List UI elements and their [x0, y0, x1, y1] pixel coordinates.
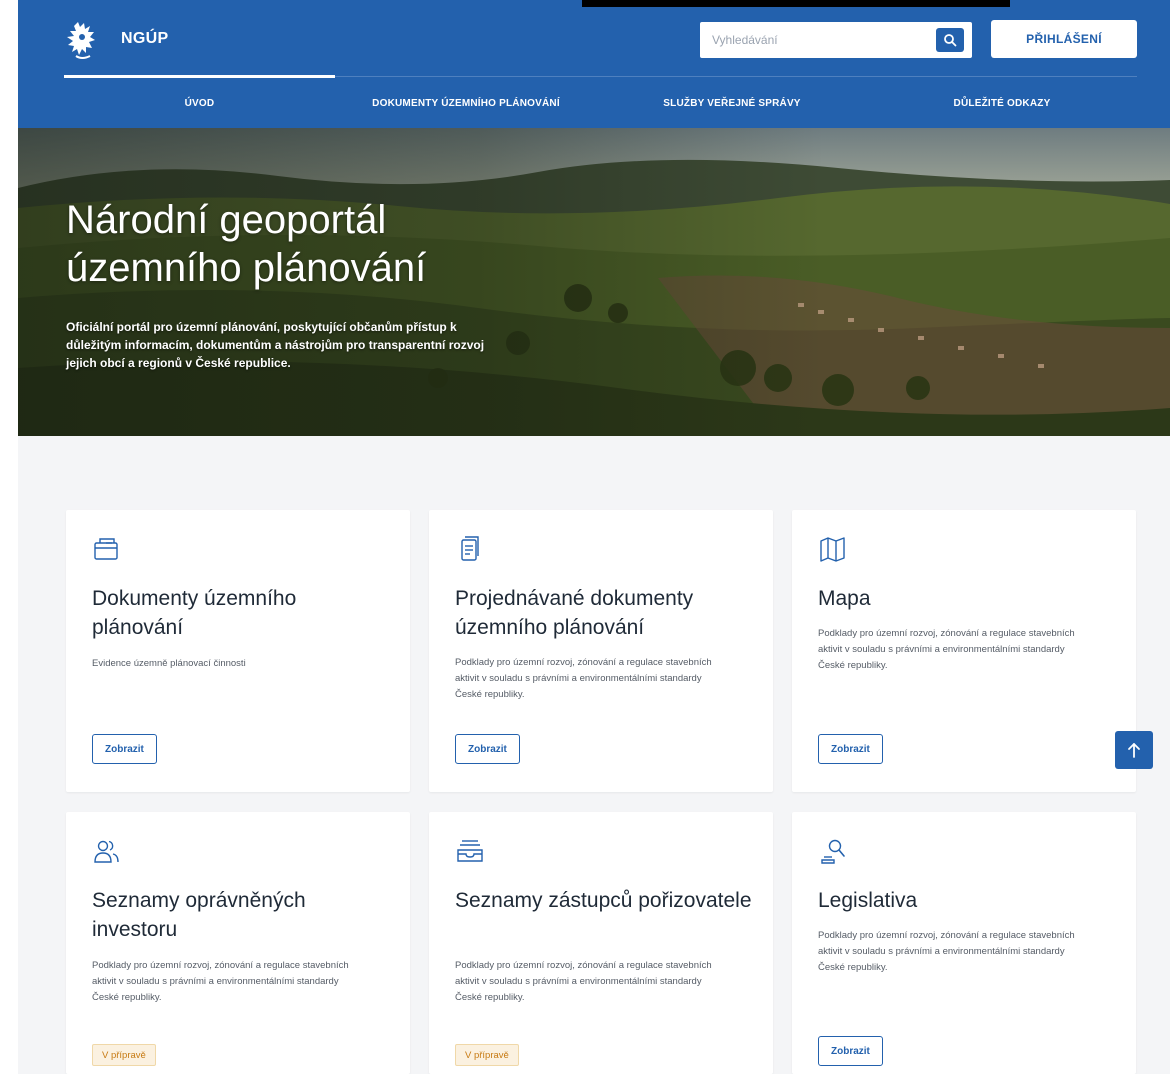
hero-title-line-1: Národní geoportál [66, 198, 387, 242]
status-badge: V přípravě [92, 1044, 156, 1066]
arrow-up-icon [1128, 743, 1140, 758]
card-title: Dokumenty územního plánování [92, 587, 297, 639]
card-title: Projednávané dokumenty územního plánován… [455, 587, 694, 639]
zobrazit-button[interactable]: Zobrazit [818, 1036, 883, 1066]
map-icon [820, 537, 845, 562]
czech-lion-logo[interactable] [64, 20, 102, 62]
hero-banner: Národní geoportál územního plánování Ofi… [18, 128, 1170, 436]
card-description: Podklady pro územní rozvoj, zónování a r… [818, 930, 1075, 973]
card-description: Podklady pro územní rozvoj, zónování a r… [455, 657, 712, 700]
search-icon [944, 34, 957, 47]
card-title: Seznamy oprávněných investoru [92, 889, 306, 941]
gavel-icon [821, 839, 845, 864]
nav-item-dokumenty[interactable]: DOKUMENTY ÚZEMNÍHO PLÁNOVÁNÍ [335, 78, 597, 128]
card-description: Podklady pro územní rozvoj, zónování a r… [818, 628, 1075, 671]
card-legislativa: Legislativa Podklady pro územní rozvoj, … [792, 812, 1136, 1074]
nav-item-sluzby[interactable]: SLUŽBY VEŘEJNÉ SPRÁVY [597, 78, 867, 128]
search-input[interactable] [700, 22, 954, 58]
card-mapa: Mapa Podklady pro územní rozvoj, zónován… [792, 510, 1136, 792]
card-description: Evidence územně plánovací činnosti [92, 658, 246, 669]
hero-title-line-2: územního plánování [66, 246, 427, 290]
card-projednavane: Projednávané dokumenty územního plánován… [429, 510, 773, 792]
login-button[interactable]: PŘIHLÁŠENÍ [991, 20, 1137, 58]
main-nav: ÚVOD DOKUMENTY ÚZEMNÍHO PLÁNOVÁNÍ SLUŽBY… [64, 78, 1137, 128]
nav-item-uvod[interactable]: ÚVOD [64, 78, 335, 128]
card-description: Podklady pro územní rozvoj, zónování a r… [455, 960, 712, 1003]
card-title: Seznamy zástupců pořizovatele [455, 889, 752, 912]
card-description: Podklady pro územní rozvoj, zónování a r… [92, 960, 349, 1003]
hero-subtitle: Oficiální portál pro územní plánování, p… [66, 320, 485, 370]
card-title: Mapa [818, 587, 871, 610]
card-dokumenty: Dokumenty územního plánování Evidence úz… [66, 510, 410, 792]
users-icon [94, 840, 119, 863]
search-button[interactable] [936, 28, 964, 52]
page: NGÚP PŘIHLÁŠENÍ ÚVOD DOKUMENTY ÚZEMNÍHO … [18, 0, 1170, 1074]
zobrazit-button[interactable]: Zobrazit [818, 734, 883, 764]
nav-item-odkazy[interactable]: DŮLEŽITÉ ODKAZY [867, 78, 1137, 128]
site-header: NGÚP PŘIHLÁŠENÍ ÚVOD DOKUMENTY ÚZEMNÍHO … [18, 0, 1170, 128]
top-black-bar [582, 0, 1010, 7]
zobrazit-button[interactable]: Zobrazit [92, 734, 157, 764]
search-box [700, 22, 972, 58]
inbox-icon [457, 840, 483, 862]
scroll-to-top-button[interactable] [1115, 731, 1153, 769]
card-zastupci: Seznamy zástupců pořizovatele Podklady p… [429, 812, 773, 1074]
card-title: Legislativa [818, 889, 918, 912]
hero-title: Národní geoportál územního plánování [66, 196, 626, 292]
brand-name[interactable]: NGÚP [121, 30, 168, 48]
status-badge: V přípravě [455, 1044, 519, 1066]
card-investori: Seznamy oprávněných investoru Podklady p… [66, 812, 410, 1074]
document-icon [461, 536, 479, 561]
zobrazit-button[interactable]: Zobrazit [455, 734, 520, 764]
folder-icon [94, 538, 118, 560]
